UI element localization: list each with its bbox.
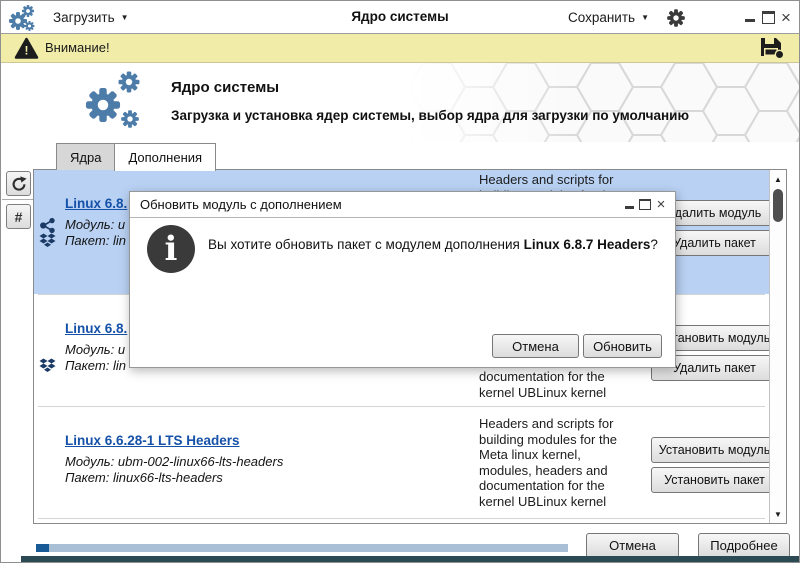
- package-line: Пакет: lin: [65, 358, 126, 373]
- footer-cancel-button[interactable]: Отмена: [586, 533, 679, 558]
- page-header: Ядро системы Загрузка и установка ядер с…: [1, 63, 799, 142]
- minimize-icon: [745, 18, 755, 22]
- close-icon: ×: [656, 196, 666, 213]
- dialog-cancel-button[interactable]: Отмена: [492, 334, 579, 358]
- dialog-minimize-button[interactable]: [621, 196, 637, 214]
- app-window: Загрузить ▼ Ядро системы Сохранить ▼ × !: [0, 0, 800, 563]
- addon-name: Linux 6.8.7 Headers: [523, 237, 651, 252]
- page-subtitle: Загрузка и установка ядер системы, выбор…: [171, 108, 689, 123]
- update-module-dialog: Обновить модуль с дополнением × i Вы хот…: [129, 191, 676, 368]
- dialog-update-button[interactable]: Обновить: [583, 334, 662, 358]
- dialog-window-controls: ×: [621, 192, 669, 217]
- hexagon-pattern: [409, 63, 799, 142]
- module-line: Модуль: u: [65, 217, 126, 232]
- module-installed-icon: [39, 217, 56, 234]
- addon-description: Headers and scripts for building modules…: [479, 416, 618, 509]
- titlebar: Загрузить ▼ Ядро системы Сохранить ▼ ×: [1, 1, 799, 34]
- list-separator: [38, 518, 765, 519]
- progress-fill: [36, 544, 49, 552]
- save-floppy-icon: [759, 36, 785, 60]
- vertical-scrollbar[interactable]: ▲ ▼: [769, 170, 786, 523]
- triangle-down-icon: ▼: [774, 509, 782, 519]
- progress-bar: [36, 544, 568, 552]
- info-circle-icon: i: [147, 225, 195, 273]
- list-item[interactable]: Linux 6.6.28-1 LTS Headers Модуль: ubm-0…: [34, 407, 778, 518]
- dialog-title: Обновить модуль с дополнением: [140, 197, 342, 212]
- save-menu-label: Сохранить: [567, 9, 636, 25]
- refresh-button[interactable]: [6, 171, 31, 196]
- install-module-button[interactable]: Установить модуль: [651, 437, 778, 463]
- hash-icon: #: [14, 208, 23, 225]
- tab-bar: Ядра Дополнения: [56, 143, 217, 171]
- close-button[interactable]: ×: [777, 7, 795, 27]
- addon-title-link[interactable]: Linux 6.8.: [65, 196, 127, 211]
- minimize-icon: [624, 206, 634, 209]
- bottom-strip: [21, 556, 799, 562]
- tab-addons[interactable]: Дополнения: [114, 143, 217, 171]
- refresh-icon: [11, 175, 27, 192]
- sidebar-divider: [2, 199, 33, 200]
- package-installed-icon: [39, 233, 56, 248]
- install-package-button[interactable]: Установить пакет: [651, 467, 778, 493]
- footer-details-button[interactable]: Подробнее: [698, 533, 790, 558]
- chevron-down-icon: ▼: [641, 12, 649, 22]
- addon-title-link[interactable]: Linux 6.6.28-1 LTS Headers: [65, 433, 240, 448]
- warning-triangle-icon: !: [14, 37, 39, 60]
- hash-button[interactable]: #: [6, 204, 31, 229]
- scrollbar-thumb[interactable]: [773, 189, 783, 222]
- save-menu-button[interactable]: Сохранить ▼: [568, 1, 649, 33]
- addon-title-link[interactable]: Linux 6.8.: [65, 321, 127, 336]
- maximize-button[interactable]: [759, 7, 777, 27]
- page-title: Ядро системы: [171, 79, 280, 96]
- warning-bar: ! Внимание!: [1, 34, 799, 63]
- scroll-up-button[interactable]: ▲: [770, 171, 786, 187]
- package-line: Пакет: linux66-lts-headers: [65, 470, 223, 485]
- maximize-icon: [761, 10, 775, 24]
- dialog-close-button[interactable]: ×: [653, 196, 669, 214]
- module-line: Модуль: u: [65, 342, 126, 357]
- svg-text:!: !: [25, 44, 29, 58]
- tab-kernels[interactable]: Ядра: [56, 143, 116, 170]
- dialog-titlebar: Обновить модуль с дополнением ×: [130, 192, 675, 218]
- package-installed-icon: [39, 358, 56, 373]
- package-line: Пакет: lin: [65, 233, 126, 248]
- close-icon: ×: [781, 7, 791, 27]
- maximize-icon: [639, 199, 651, 210]
- settings-button[interactable]: [665, 7, 687, 29]
- module-line: Модуль: ubm-002-linux66-lts-headers: [65, 454, 284, 469]
- warning-label: Внимание!: [45, 40, 110, 55]
- tab-kernels-label: Ядра: [70, 149, 102, 165]
- tab-addons-label: Дополнения: [128, 150, 203, 165]
- window-controls: ×: [741, 1, 795, 33]
- kernel-gears-logo-icon: [79, 69, 145, 137]
- minimize-button[interactable]: [741, 7, 759, 27]
- dialog-maximize-button[interactable]: [637, 196, 653, 214]
- scroll-down-button[interactable]: ▼: [770, 506, 786, 522]
- save-report-button[interactable]: [759, 36, 785, 60]
- triangle-up-icon: ▲: [774, 174, 782, 184]
- gear-icon: [666, 8, 686, 28]
- dialog-message: Вы хотите обновить пакет с модулем допол…: [208, 237, 658, 252]
